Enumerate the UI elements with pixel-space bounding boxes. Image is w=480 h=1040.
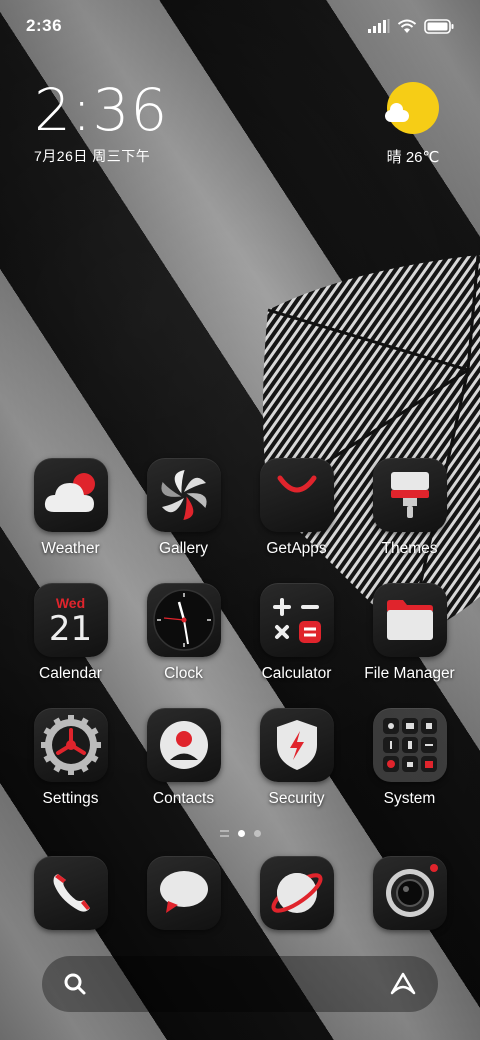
wifi-icon	[397, 19, 417, 33]
app-label: Calculator	[261, 665, 332, 682]
app-calendar[interactable]: Wed 21 Calendar	[14, 583, 127, 708]
app-contacts[interactable]: Contacts	[127, 708, 240, 833]
sun-cloud-icon	[385, 82, 439, 134]
app-label: Weather	[41, 540, 100, 557]
dock-phone[interactable]	[14, 856, 127, 930]
weather-summary: 晴 26℃	[380, 146, 446, 167]
gallery-icon	[146, 458, 221, 532]
camera-icon	[372, 856, 447, 930]
page-dot	[253, 830, 261, 837]
calculator-icon	[259, 583, 334, 657]
app-gallery[interactable]: Gallery	[127, 458, 240, 583]
app-label: File Manager	[364, 665, 455, 682]
page-dot-active	[237, 830, 245, 837]
page-indicator[interactable]	[0, 830, 480, 837]
system-folder-icon	[372, 708, 447, 782]
browser-icon	[259, 856, 334, 930]
search-bar[interactable]	[42, 956, 438, 1012]
weather-icon	[33, 458, 108, 532]
app-label: Themes	[381, 540, 438, 557]
app-security[interactable]: Security	[240, 708, 353, 833]
app-grid: Weather Gallery GetApps Themes Wed 21 Ca…	[0, 458, 480, 833]
themes-icon	[372, 458, 447, 532]
battery-icon	[424, 18, 454, 34]
app-label: Gallery	[158, 540, 209, 557]
app-clock[interactable]: Clock	[127, 583, 240, 708]
clock-widget[interactable]: 2:36 7月26日 周三下午	[34, 78, 168, 166]
status-bar: 2:36	[0, 0, 480, 52]
weather-temperature: 26℃	[405, 149, 440, 166]
widget-date: 7月26日 周三下午	[34, 148, 151, 164]
dock-browser[interactable]	[240, 856, 353, 930]
app-label: Settings	[42, 790, 99, 807]
contacts-icon	[146, 708, 221, 782]
dock-messages[interactable]	[127, 856, 240, 930]
calendar-day-number: 21	[48, 609, 93, 649]
dock	[0, 856, 480, 930]
app-row: Settings Contacts Security System	[0, 708, 480, 833]
app-themes[interactable]: Themes	[353, 458, 466, 583]
app-row: Weather Gallery GetApps Themes	[0, 458, 480, 583]
status-time: 2:36	[26, 16, 63, 35]
security-icon	[259, 708, 334, 782]
app-weather[interactable]: Weather	[14, 458, 127, 583]
assistant-icon[interactable]	[388, 971, 418, 997]
clock-icon	[146, 583, 221, 657]
dock-camera[interactable]	[353, 856, 466, 930]
app-label: Contacts	[152, 790, 215, 807]
search-icon[interactable]	[62, 971, 88, 997]
messages-icon	[146, 856, 221, 930]
status-icons	[368, 18, 454, 34]
widget-time: 2:36	[34, 76, 169, 144]
phone-icon	[33, 856, 108, 930]
weather-widget[interactable]: 晴 26℃	[380, 82, 446, 167]
app-settings[interactable]: Settings	[14, 708, 127, 833]
file-manager-icon	[372, 583, 447, 657]
app-label: Security	[268, 790, 325, 807]
app-system-folder[interactable]: System	[353, 708, 466, 833]
app-label: System	[383, 790, 436, 807]
app-file-manager[interactable]: File Manager	[353, 583, 466, 708]
calendar-icon: Wed 21	[33, 583, 108, 657]
app-getapps[interactable]: GetApps	[240, 458, 353, 583]
app-label: Calendar	[39, 665, 102, 682]
signal-icon	[368, 19, 390, 33]
app-label: Clock	[164, 665, 203, 682]
page-indicator-minus-one	[219, 830, 229, 837]
weather-condition: 晴	[386, 149, 402, 166]
app-label: GetApps	[266, 540, 327, 557]
app-row: Wed 21 Calendar Clock Calculator File Ma…	[0, 583, 480, 708]
getapps-icon	[259, 458, 334, 532]
settings-icon	[33, 708, 108, 782]
app-calculator[interactable]: Calculator	[240, 583, 353, 708]
